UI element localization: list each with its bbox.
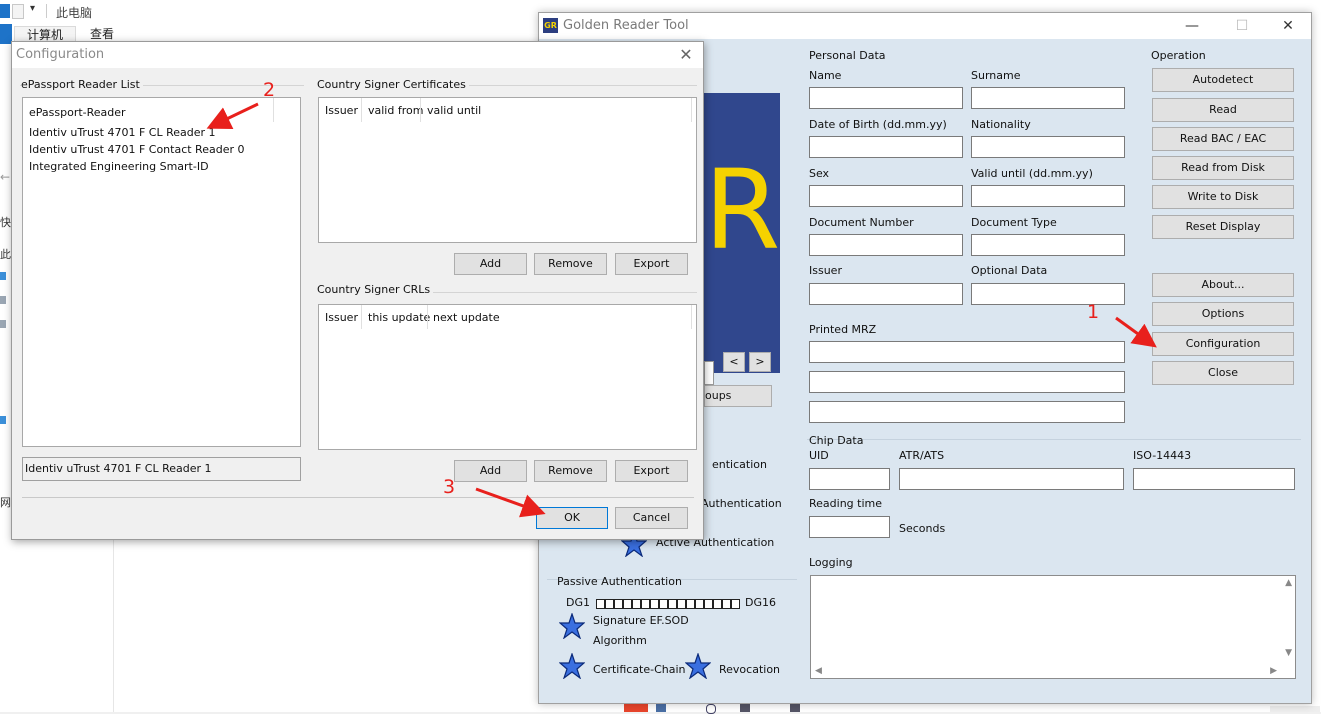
arrow-to-ok-button [475, 487, 546, 518]
arrow-to-configuration [1115, 316, 1157, 348]
annotation-arrows [206, 102, 1157, 518]
arrow-to-reader-item [206, 102, 259, 130]
